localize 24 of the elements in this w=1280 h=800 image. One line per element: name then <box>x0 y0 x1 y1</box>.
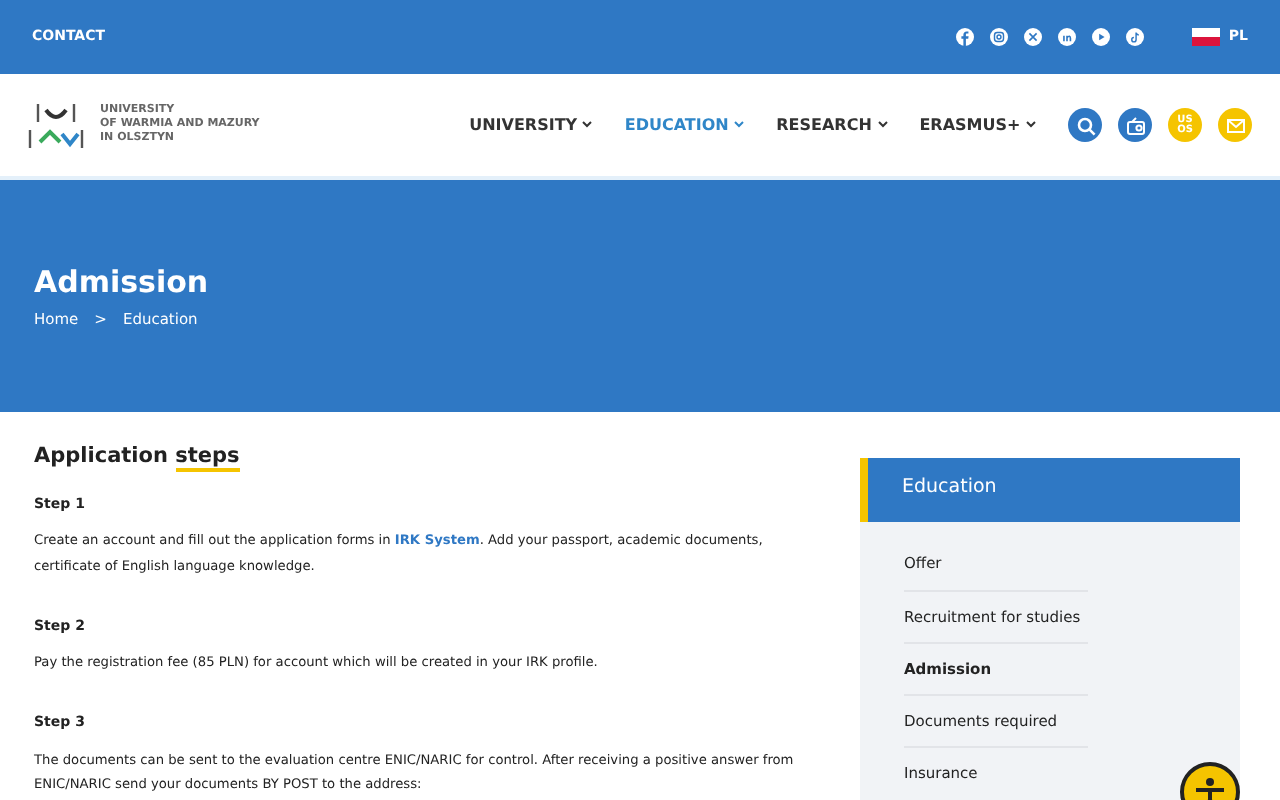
social-icon[interactable] <box>1024 28 1043 46</box>
nav-item[interactable]: EDUCATION <box>624 113 745 137</box>
radio-icon <box>1125 115 1145 135</box>
social-icon[interactable] <box>990 28 1009 46</box>
caret-icon <box>877 120 888 129</box>
nav-item[interactable]: RESEARCH <box>776 113 888 137</box>
radio-button[interactable] <box>1118 108 1152 142</box>
nav-item[interactable]: UNIVERSITY <box>469 113 593 137</box>
section-heading: Application steps <box>34 444 242 470</box>
mail-icon <box>1225 115 1245 135</box>
social-icon[interactable] <box>1058 28 1077 46</box>
search-icon <box>1075 115 1095 135</box>
caret-icon <box>734 120 745 129</box>
search-button[interactable] <box>1068 108 1102 142</box>
sidebar-title: Education <box>860 458 1240 523</box>
flag-icon <box>1192 28 1221 46</box>
caret-icon <box>582 120 593 129</box>
caret-icon <box>1026 120 1036 129</box>
page-title: Admission <box>34 264 211 300</box>
social-icon[interactable] <box>1092 28 1111 46</box>
nav-item[interactable]: ERASMUS+ <box>919 113 1036 137</box>
social-icon[interactable] <box>1126 28 1145 46</box>
logo-icon <box>28 101 84 149</box>
social-icon[interactable] <box>956 28 975 46</box>
